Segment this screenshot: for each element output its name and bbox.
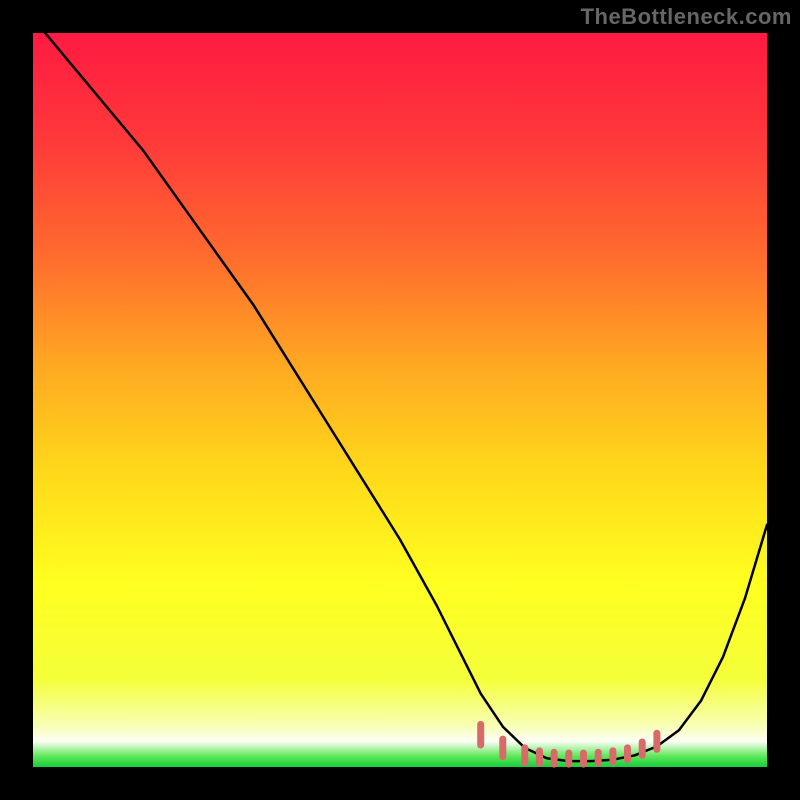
watermark-text: TheBottleneck.com	[581, 4, 792, 30]
bottleneck-chart	[0, 0, 800, 800]
chart-frame: TheBottleneck.com	[0, 0, 800, 800]
plot-background	[33, 33, 767, 767]
